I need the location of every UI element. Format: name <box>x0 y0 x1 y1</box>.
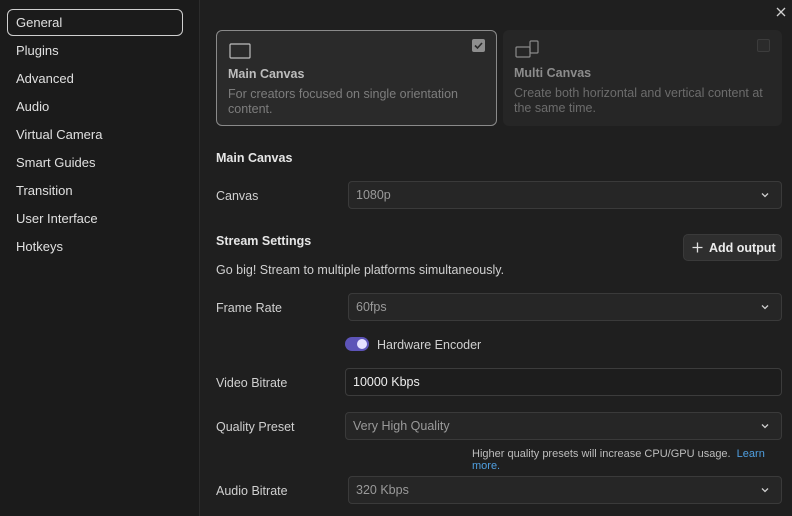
chevron-down-icon <box>761 305 769 310</box>
toggle-knob <box>357 339 367 349</box>
audio-bitrate-label: Audio Bitrate <box>216 484 288 498</box>
checkmark-icon <box>474 42 483 50</box>
frame-rate-label: Frame Rate <box>216 301 282 315</box>
card-title: Main Canvas <box>228 67 305 81</box>
add-output-label: Add output <box>709 241 776 255</box>
audio-bitrate-value: 320 Kbps <box>356 483 409 497</box>
chevron-down-icon <box>761 488 769 493</box>
card-title: Multi Canvas <box>514 66 592 80</box>
quality-note: Higher quality presets will increase CPU… <box>472 448 792 472</box>
video-bitrate-input[interactable]: 10000 Kbps <box>345 368 782 396</box>
card-description: Create both horizontal and vertical cont… <box>514 86 763 115</box>
close-button[interactable] <box>773 4 789 20</box>
canvas-select[interactable]: 1080p <box>348 181 782 209</box>
plus-icon <box>692 242 703 253</box>
canvas-label: Canvas <box>216 189 259 203</box>
sidebar-item-advanced[interactable]: Advanced <box>7 65 183 92</box>
card-description: For creators focused on single orientati… <box>228 87 458 116</box>
quality-preset-value: Very High Quality <box>353 419 450 433</box>
canvas-value: 1080p <box>356 188 391 202</box>
sidebar-item-audio[interactable]: Audio <box>7 93 183 120</box>
video-bitrate-label: Video Bitrate <box>216 376 288 390</box>
sidebar-item-hotkeys[interactable]: Hotkeys <box>7 233 183 260</box>
sidebar-item-user-interface[interactable]: User Interface <box>7 205 183 232</box>
main-canvas-checkbox[interactable] <box>472 39 485 52</box>
multi-canvas-card[interactable]: Multi Canvas Create both horizontal and … <box>503 30 782 126</box>
main-canvas-heading: Main Canvas <box>216 151 293 165</box>
settings-sidebar: General Plugins Advanced Audio Virtual C… <box>0 0 200 516</box>
sidebar-item-transition[interactable]: Transition <box>7 177 183 204</box>
multi-canvas-checkbox[interactable] <box>757 39 770 52</box>
hardware-encoder-label: Hardware Encoder <box>377 338 482 352</box>
close-icon <box>776 7 786 17</box>
multi-screen-icon <box>515 40 539 58</box>
stream-description: Go big! Stream to multiple platforms sim… <box>216 263 505 277</box>
frame-rate-value: 60fps <box>356 300 387 314</box>
hardware-encoder-toggle[interactable] <box>345 337 369 351</box>
chevron-down-icon <box>761 424 769 429</box>
chevron-down-icon <box>761 193 769 198</box>
sidebar-item-general[interactable]: General <box>7 9 183 36</box>
quality-preset-select[interactable]: Very High Quality <box>345 412 782 440</box>
frame-rate-select[interactable]: 60fps <box>348 293 782 321</box>
sidebar-item-plugins[interactable]: Plugins <box>7 37 183 64</box>
landscape-screen-icon <box>229 43 251 59</box>
sidebar-item-virtual-camera[interactable]: Virtual Camera <box>7 121 183 148</box>
quality-preset-label: Quality Preset <box>216 420 295 434</box>
quality-note-text: Higher quality presets will increase CPU… <box>472 448 731 460</box>
main-canvas-card[interactable]: Main Canvas For creators focused on sing… <box>216 30 497 126</box>
add-output-button[interactable]: Add output <box>683 234 782 261</box>
sidebar-item-smart-guides[interactable]: Smart Guides <box>7 149 183 176</box>
audio-bitrate-select[interactable]: 320 Kbps <box>348 476 782 504</box>
stream-settings-heading: Stream Settings <box>216 234 312 248</box>
